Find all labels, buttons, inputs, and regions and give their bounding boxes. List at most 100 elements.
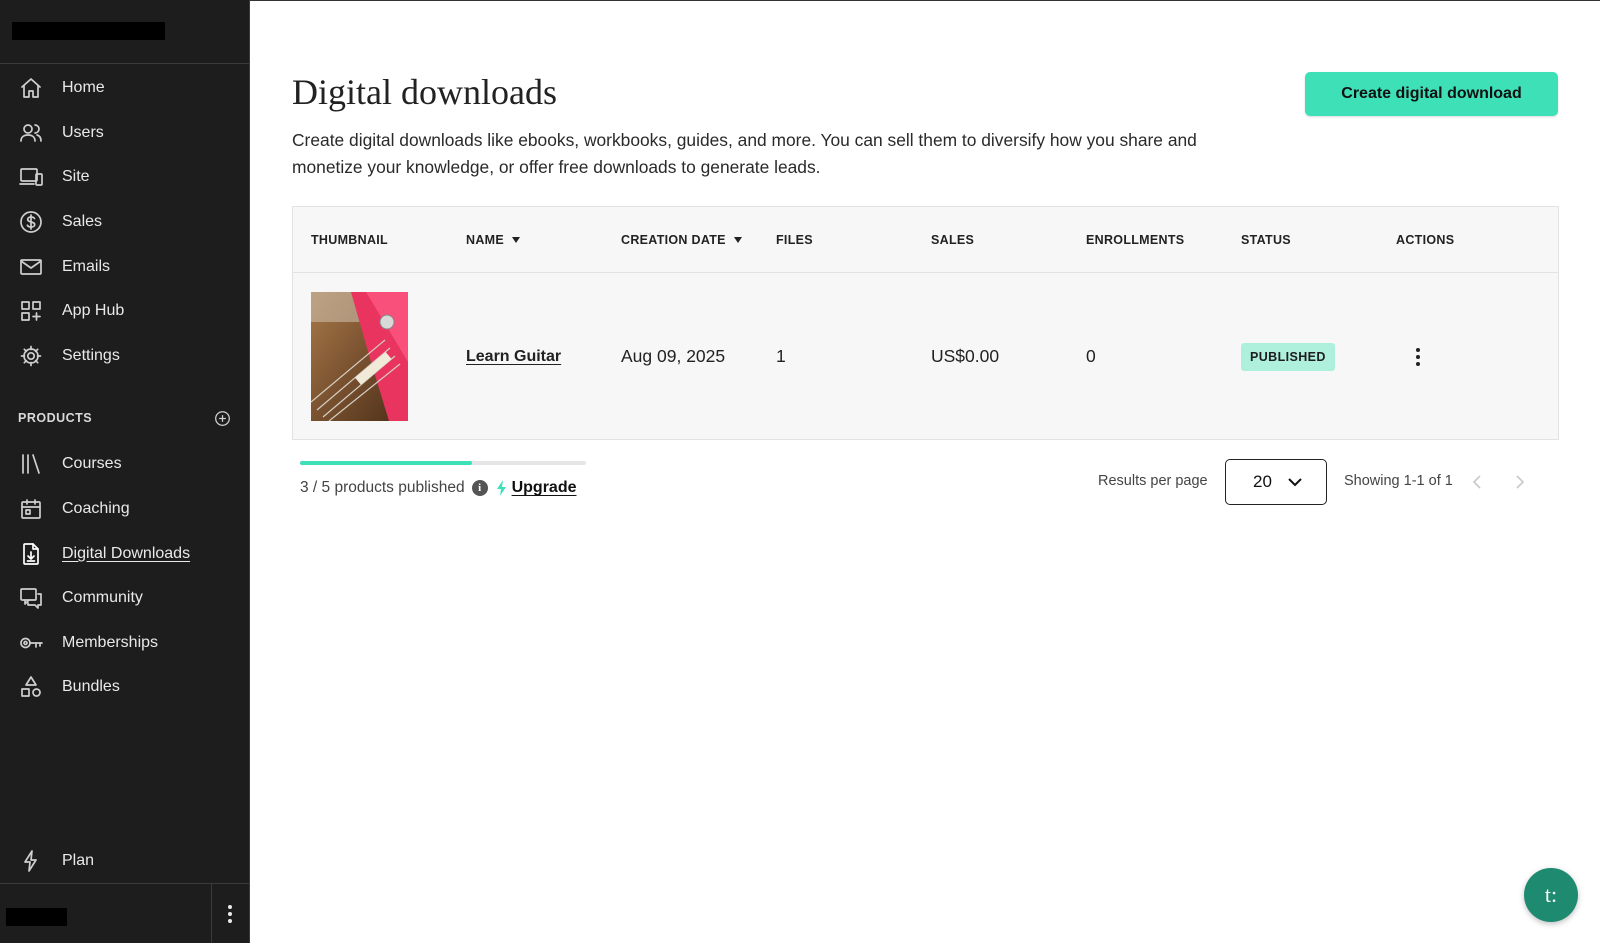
product-name-link[interactable]: Learn Guitar [466,348,561,366]
app-grid-icon [18,298,44,324]
page-description: Create digital downloads like ebooks, wo… [292,130,1197,177]
shapes-icon [18,674,44,700]
mail-icon [18,254,44,280]
sort-caret-icon [512,237,521,243]
sidebar-item-label: Emails [62,257,111,275]
products-section-header: PRODUCTS [0,398,249,438]
gear-icon [18,343,44,369]
sidebar-item-label: Community [62,589,143,607]
sidebar: Home Users Site Sales Emails App Hub Set… [0,0,250,943]
files-cell: 1 [776,346,786,366]
sidebar-item-label: Bundles [62,678,120,696]
sidebar-item-app-hub[interactable]: App Hub [0,289,249,334]
file-download-icon [18,541,44,567]
products-section-title: PRODUCTS [18,411,93,426]
sidebar-item-label: Users [62,123,104,141]
sidebar-item-emails[interactable]: Emails [0,244,249,289]
sidebar-item-users[interactable]: Users [0,111,249,156]
upgrade-bolt-icon [496,480,508,496]
page-title: Digital downloads [292,72,557,112]
next-page-button[interactable] [1511,471,1529,493]
info-icon[interactable]: i [471,480,488,496]
published-summary: 3 / 5 products published i Upgrade [300,479,577,497]
sidebar-item-sales[interactable]: Sales [0,200,249,245]
sidebar-item-digital-downloads[interactable]: Digital Downloads [0,531,249,576]
sidebar-item-community[interactable]: Community [0,576,249,621]
column-header-enrollments: ENROLLMENTS [1086,233,1185,247]
column-header-name[interactable]: NAME [466,207,521,273]
sidebar-footer-divider [211,884,212,943]
column-header-actions: ACTIONS [1396,233,1455,247]
chevron-left-icon [1472,475,1481,489]
results-per-page-value: 20 [1253,472,1272,491]
sidebar-item-settings[interactable]: Settings [0,334,249,379]
published-count-text: 3 / 5 products published [300,479,465,496]
redacted-school-name [12,22,165,40]
chevron-down-icon [1288,478,1302,487]
column-header-sales: SALES [931,233,975,247]
sidebar-item-label: Courses [62,455,122,473]
previous-page-button[interactable] [1467,471,1485,493]
sidebar-item-label: Memberships [62,633,159,651]
sidebar-item-courses[interactable]: Courses [0,442,249,487]
sidebar-item-site[interactable]: Site [0,155,249,200]
calendar-icon [18,496,44,522]
creation-date-cell: Aug 09, 2025 [621,346,726,366]
dollar-icon [18,209,44,235]
pagination-summary: Showing 1-1 of 1 [1344,473,1453,489]
table-row: Learn Guitar Aug 09, 2025 1 US$0.00 0 PU… [293,273,1558,440]
books-icon [18,451,44,477]
sidebar-item-label: Site [62,168,90,186]
key-icon [18,630,44,656]
home-icon [18,75,44,101]
more-options-icon[interactable] [218,900,242,928]
products-nav: Courses Coaching Digital Downloads Commu… [0,442,249,710]
sidebar-item-bundles[interactable]: Bundles [0,665,249,710]
products-published-progress [300,461,586,465]
name-cell: Learn Guitar [466,273,561,440]
create-digital-download-button[interactable]: Create digital download [1305,72,1558,116]
site-icon [18,164,44,190]
sidebar-item-plan[interactable]: Plan [0,839,250,884]
sidebar-header [0,0,249,64]
sales-cell: US$0.00 [931,346,1000,366]
column-header-files: FILES [776,233,813,247]
progress-fill [300,461,472,465]
sidebar-item-label: Plan [62,852,95,870]
sidebar-item-label: Settings [62,346,120,364]
add-product-icon[interactable] [213,409,231,427]
actions-cell [1408,273,1428,440]
column-header-thumbnail: THUMBNAIL [311,233,388,247]
main-content: Digital downloads Create digital downloa… [250,0,1600,943]
sidebar-item-memberships[interactable]: Memberships [0,621,249,666]
sidebar-item-coaching[interactable]: Coaching [0,487,249,532]
column-header-creation-date[interactable]: CREATION DATE [621,207,742,273]
sidebar-item-label: Digital Downloads [62,544,191,562]
row-actions-menu-icon[interactable] [1408,342,1428,372]
sidebar-item-label: Home [62,79,105,97]
chat-icon [18,585,44,611]
redacted-user-name [6,908,67,926]
enrollments-cell: 0 [1086,346,1096,366]
product-thumbnail[interactable] [311,292,408,421]
sidebar-item-label: App Hub [62,302,125,320]
status-cell: PUBLISHED [1241,273,1335,440]
sort-caret-icon [733,237,742,243]
sidebar-item-label: Coaching [62,500,130,518]
upgrade-link[interactable]: Upgrade [512,479,577,497]
users-icon [18,120,44,146]
bolt-icon [18,848,44,874]
sidebar-item-home[interactable]: Home [0,66,249,111]
main-nav: Home Users Site Sales Emails App Hub Set… [0,66,249,378]
results-per-page-label: Results per page [1098,473,1208,489]
thumbnail-cell [311,273,408,440]
sidebar-footer [0,883,250,943]
chat-support-button[interactable]: t: [1524,868,1578,922]
downloads-table: THUMBNAIL NAME CREATION DATE FILES SALES… [292,206,1559,440]
sidebar-item-label: Sales [62,213,103,231]
table-header: THUMBNAIL NAME CREATION DATE FILES SALES… [293,207,1558,273]
chevron-right-icon [1515,475,1524,489]
column-header-status: STATUS [1241,233,1291,247]
status-badge: PUBLISHED [1241,342,1335,371]
results-per-page-select[interactable]: 20 [1225,459,1327,505]
